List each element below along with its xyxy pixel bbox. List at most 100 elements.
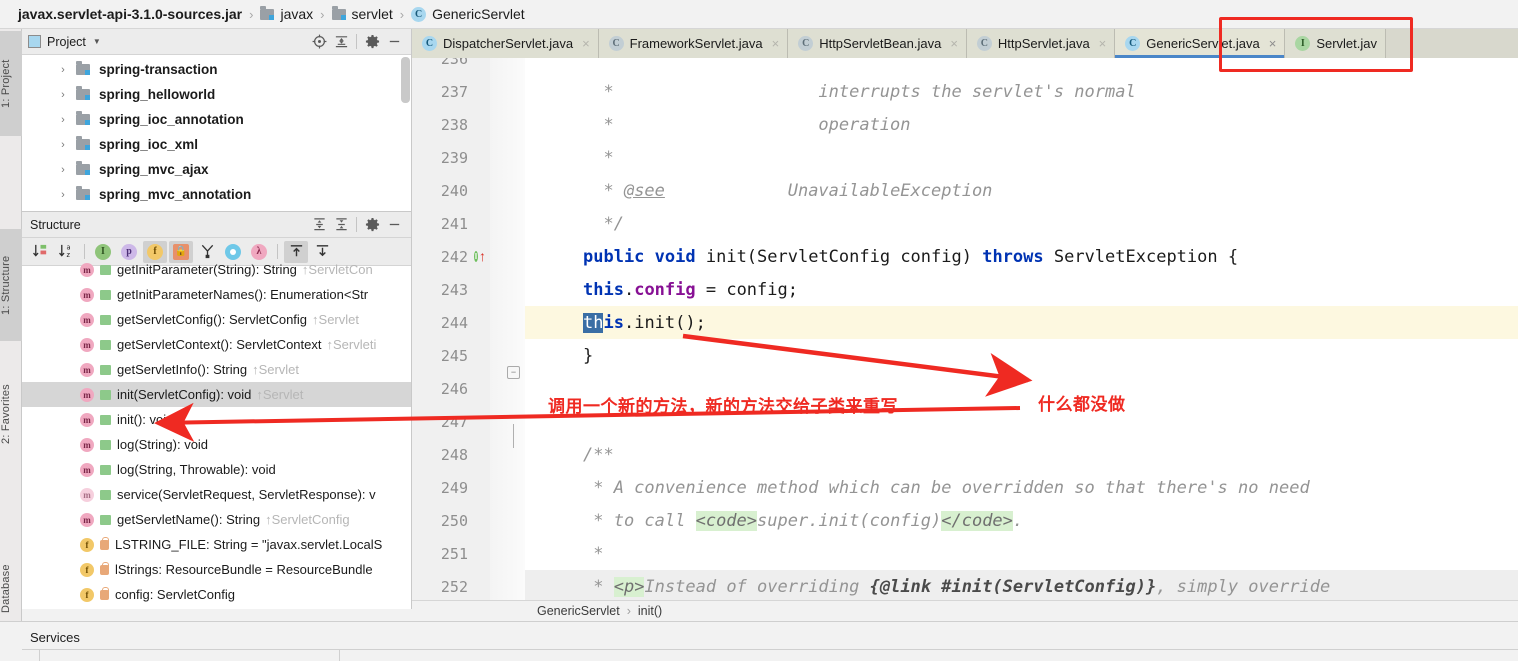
breadcrumb-pkg-javax[interactable]: javax (260, 5, 313, 22)
editor-scrollbar[interactable] (1505, 58, 1518, 600)
gutter-line[interactable]: 251 (412, 537, 525, 570)
editor-tab[interactable]: I Servlet.jav (1285, 29, 1387, 58)
editor-tab[interactable]: C FrameworkServlet.java × (598, 29, 789, 58)
structure-item[interactable]: m getInitParameter(String): String ↑Servle… (22, 257, 411, 282)
project-scrollbar[interactable] (401, 57, 410, 103)
code-line[interactable]: * (525, 141, 1518, 174)
implementing-method-icon[interactable]: I (474, 251, 478, 262)
structure-item[interactable]: f lStrings: ResourceBundle = ResourceBund… (22, 557, 411, 582)
code-line[interactable]: * to call <code> super.init(config) </code… (525, 504, 1518, 537)
structure-item[interactable]: m getServletName(): String ↑ServletConfig (22, 507, 411, 532)
code-line[interactable]: * operation (525, 108, 1518, 141)
gutter-line[interactable]: 239 (412, 141, 525, 174)
editor-gutter[interactable]: 236 237 238 239 240 241−242 I ↑ 243 244 245 246 247 2… (412, 58, 525, 600)
project-tree-item[interactable]: › spring_mvc_annotation (22, 182, 411, 207)
project-tree-item[interactable]: › spring_mvc_ajax (22, 157, 411, 182)
structure-item[interactable]: m getServletInfo(): String ↑Servlet (22, 357, 411, 382)
editor-tab-label: GenericServlet.java (1146, 36, 1260, 51)
code-line[interactable]: this. config = config; (525, 273, 1518, 306)
breadcrumb-class[interactable]: C GenericServlet (411, 6, 525, 22)
code-editor[interactable]: 236 237 238 239 240 241−242 I ↑ 243 244 245 246 247 2… (412, 58, 1518, 600)
sidebar-item-project[interactable]: 1: Project (0, 31, 22, 136)
code-token: super.init(config) (757, 510, 942, 531)
editor-tab[interactable]: C HttpServletBean.java × (788, 29, 967, 58)
close-icon[interactable]: × (582, 36, 590, 51)
close-icon[interactable]: × (1099, 36, 1107, 51)
project-tree-item[interactable]: › spring_ioc_xml (22, 132, 411, 157)
code-line[interactable]: public void init(ServletConfig config) t… (525, 240, 1518, 273)
services-tab[interactable]: Services (22, 626, 88, 649)
project-tree-item[interactable]: › spring-transaction (22, 57, 411, 82)
code-line[interactable] (525, 58, 1518, 75)
close-icon[interactable]: × (1269, 36, 1277, 51)
breadcrumb-pkg-servlet[interactable]: servlet (331, 5, 393, 22)
gear-icon[interactable] (361, 32, 383, 52)
editor-breadcrumb-class[interactable]: GenericServlet (537, 604, 620, 618)
chevron-right-icon[interactable]: › (56, 189, 70, 201)
sidebar-item-favorites[interactable]: 2: Favorites (0, 359, 22, 469)
close-icon[interactable]: × (950, 36, 958, 51)
editor-tab[interactable]: C HttpServlet.java × (966, 29, 1116, 58)
code-line[interactable]: * A convenience method which can be over… (525, 471, 1518, 504)
editor-tab[interactable]: C GenericServlet.java × (1115, 29, 1286, 58)
structure-item[interactable]: m getServletContext(): ServletContext ↑Ser… (22, 332, 411, 357)
chevron-right-icon[interactable]: › (56, 139, 70, 151)
structure-item[interactable]: m init(): void (22, 407, 411, 432)
structure-item[interactable]: m getInitParameterNames(): Enumeration<St… (22, 282, 411, 307)
chevron-right-icon[interactable]: › (56, 89, 70, 101)
gutter-line[interactable]: 242 I ↑ (412, 240, 525, 448)
close-icon[interactable]: × (772, 36, 780, 51)
code-line[interactable]: * (525, 537, 1518, 570)
structure-item[interactable]: m log(String, Throwable): void (22, 457, 411, 482)
structure-item-label: getInitParameterNames(): Enumeration<Str (117, 287, 369, 302)
gutter-line[interactable]: 243 (412, 273, 525, 306)
gutter-line[interactable]: 250 (412, 504, 525, 537)
expand-all-icon[interactable] (308, 215, 330, 235)
gutter-line[interactable]: 247 (412, 405, 525, 438)
editor-tab[interactable]: C DispatcherServlet.java × (412, 29, 599, 58)
code-line[interactable]: th is .init(); (525, 306, 1518, 339)
structure-item[interactable]: m log(String): void (22, 432, 411, 457)
code-line[interactable] (525, 405, 1518, 438)
chevron-right-icon[interactable]: › (56, 114, 70, 126)
chevron-right-icon[interactable]: › (56, 64, 70, 76)
project-tree-item[interactable]: › spring_ioc_annotation (22, 107, 411, 132)
editor-breadcrumb-method[interactable]: init() (638, 604, 662, 618)
minimize-icon[interactable] (383, 215, 405, 235)
sidebar-item-structure[interactable]: 1: Structure (0, 229, 22, 341)
code-line[interactable]: * @see UnavailableException (525, 174, 1518, 207)
breadcrumb-jar[interactable]: javax.servlet-api-3.1.0-sources.jar (18, 6, 242, 22)
collapse-all-icon[interactable] (330, 215, 352, 235)
gear-icon[interactable] (361, 215, 383, 235)
locate-icon[interactable] (308, 32, 330, 52)
sidebar-item-database[interactable]: Database (0, 549, 22, 629)
code-line[interactable]: } (525, 339, 1518, 372)
gutter-line[interactable]: 236 (412, 58, 525, 75)
gutter-line[interactable]: 238 (412, 108, 525, 141)
gutter-line[interactable]: 245 (412, 339, 525, 372)
chevron-right-icon[interactable]: › (56, 164, 70, 176)
collapse-all-icon[interactable] (330, 32, 352, 52)
code-area[interactable]: * interrupts the servlet's normal * oper… (525, 58, 1518, 600)
code-line[interactable]: * interrupts the servlet's normal (525, 75, 1518, 108)
gutter-line[interactable]: 240 (412, 174, 525, 207)
gutter-line[interactable]: 246 (412, 372, 525, 405)
gutter-line[interactable]: 248− (412, 438, 525, 471)
structure-item[interactable]: m init(ServletConfig): void ↑Servlet (22, 382, 411, 407)
code-line[interactable]: */ (525, 207, 1518, 240)
structure-item[interactable]: m service(ServletRequest, ServletResponse… (22, 482, 411, 507)
code-line[interactable]: /** (525, 438, 1518, 471)
gutter-line[interactable]: 249 (412, 471, 525, 504)
gutter-line[interactable]: 252 (412, 570, 525, 600)
chevron-down-icon[interactable]: ▼ (93, 37, 101, 46)
gutter-line[interactable]: 244 (412, 306, 525, 339)
project-tree-item[interactable]: › spring_helloworld (22, 82, 411, 107)
gutter-line[interactable]: 241− (412, 207, 525, 379)
code-line[interactable] (525, 372, 1518, 405)
structure-item[interactable]: m getServletConfig(): ServletConfig ↑Servl… (22, 307, 411, 332)
minimize-icon[interactable] (383, 32, 405, 52)
structure-item[interactable]: f config: ServletConfig (22, 582, 411, 607)
gutter-line[interactable]: 237 (412, 75, 525, 108)
structure-item[interactable]: f LSTRING_FILE: String = "javax.servlet.L… (22, 532, 411, 557)
code-line[interactable]: * <p> Instead of overriding {@link #init(… (525, 570, 1518, 600)
